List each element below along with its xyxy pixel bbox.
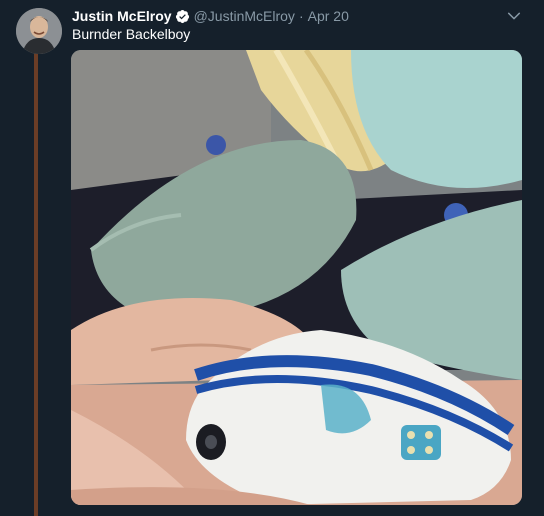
tweet[interactable]: Justin McElroy @JustinMcElroy · Apr 20 B… <box>0 0 544 516</box>
chevron-down-icon <box>507 12 521 20</box>
tweet-date[interactable]: Apr 20 <box>308 8 349 24</box>
verified-badge-icon <box>175 9 190 24</box>
author-handle[interactable]: @JustinMcElroy <box>194 8 295 24</box>
author-name[interactable]: Justin McElroy <box>72 8 172 24</box>
avatar[interactable] <box>16 8 62 54</box>
tweet-header: Justin McElroy @JustinMcElroy · Apr 20 <box>72 6 349 26</box>
separator-dot: · <box>298 8 304 24</box>
tweet-photo[interactable] <box>71 50 522 505</box>
thread-line <box>34 50 38 516</box>
more-options-button[interactable] <box>506 8 522 24</box>
tweet-text: Burnder Backelboy <box>72 26 191 42</box>
